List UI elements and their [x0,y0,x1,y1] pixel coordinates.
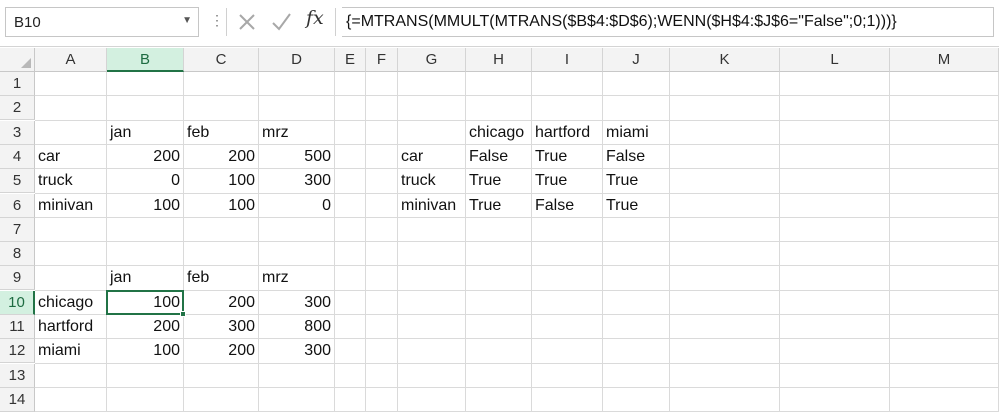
row-header-13[interactable]: 13 [0,363,35,388]
enter-check-icon[interactable] [270,9,292,35]
cell-d9[interactable]: mrz [259,266,335,290]
chevron-down-icon[interactable]: ▼ [182,15,192,26]
column-header-l[interactable]: L [780,48,890,72]
spreadsheet-grid[interactable]: A B C D E F G H I J K L M 1 2 3 4 5 6 7 8 9 10 11 12 13 14 jan feb mr… [0,48,999,412]
row-header-11[interactable]: 11 [0,315,35,339]
column-header-a[interactable]: A [35,48,107,72]
row-header-5[interactable]: 5 [0,169,35,194]
cell-a11[interactable]: hartford [35,315,107,339]
cell-a6[interactable]: minivan [35,194,107,218]
cell-g4[interactable]: car [398,145,466,169]
row-header-2[interactable]: 2 [0,96,35,121]
column-header-g[interactable]: G [398,48,466,72]
cell-h3[interactable]: chicago [466,121,532,145]
gridline [35,95,999,97]
gridline [35,386,999,388]
cancel-icon[interactable] [236,9,258,35]
formula-input[interactable]: {=MTRANS(MMULT(MTRANS($B$4:$D$6);WENN($H… [342,7,994,37]
cell-b4[interactable]: 200 [107,145,184,169]
cell-b9[interactable]: jan [107,266,184,290]
cell-j4[interactable]: False [603,145,670,169]
cell-d12[interactable]: 300 [259,339,335,363]
cell-d6[interactable]: 0 [259,194,335,218]
name-box[interactable]: B10 ▼ [5,7,199,37]
row-header-14[interactable]: 14 [0,387,35,412]
column-header-b[interactable]: B [107,48,184,72]
column-header-e[interactable]: E [335,48,366,72]
column-header-i[interactable]: I [532,48,603,72]
cell-b5[interactable]: 0 [107,169,184,193]
row-header-3[interactable]: 3 [0,120,35,145]
row-header-6[interactable]: 6 [0,193,35,218]
row-header-9[interactable]: 9 [0,266,35,291]
cell-d10[interactable]: 300 [259,291,335,315]
cell-d3[interactable]: mrz [259,121,335,145]
cell-i5[interactable]: True [532,169,603,193]
select-all-button[interactable] [0,48,35,72]
cell-b3[interactable]: jan [107,121,184,145]
cell-g6[interactable]: minivan [398,194,466,218]
cell-c5[interactable]: 100 [184,169,259,193]
cell-h5[interactable]: True [466,169,532,193]
row-header-7[interactable]: 7 [0,217,35,242]
row-header-8[interactable]: 8 [0,242,35,267]
formula-text: {=MTRANS(MMULT(MTRANS($B$4:$D$6);WENN($H… [346,13,897,30]
row-header-12[interactable]: 12 [0,339,35,364]
cell-j5[interactable]: True [603,169,670,193]
cell-a4[interactable]: car [35,145,107,169]
cell-c4[interactable]: 200 [184,145,259,169]
column-header-k[interactable]: K [670,48,780,72]
cell-h6[interactable]: True [466,194,532,218]
row-header-1[interactable]: 1 [0,72,35,96]
cell-c6[interactable]: 100 [184,194,259,218]
cell-b6[interactable]: 100 [107,194,184,218]
cell-a5[interactable]: truck [35,169,107,193]
cell-j3[interactable]: miami [603,121,670,145]
cell-i6[interactable]: False [532,194,603,218]
cell-c3[interactable]: feb [184,121,259,145]
cell-j6[interactable]: True [603,194,670,218]
divider [335,8,336,36]
cell-d4[interactable]: 500 [259,145,335,169]
cell-b11[interactable]: 200 [107,315,184,339]
cell-c12[interactable]: 200 [184,339,259,363]
fill-handle[interactable] [180,311,186,317]
cell-h4[interactable]: False [466,145,532,169]
cell-b12[interactable]: 100 [107,339,184,363]
cell-c11[interactable]: 300 [184,315,259,339]
column-header-h[interactable]: H [466,48,532,72]
gridline [35,241,999,243]
column-header-m[interactable]: M [890,48,999,72]
column-header-c[interactable]: C [184,48,259,72]
active-cell-outline [106,289,184,315]
column-header-f[interactable]: F [366,48,398,72]
row-header-10[interactable]: 10 [0,290,35,315]
cell-g5[interactable]: truck [398,169,466,193]
row-header-4[interactable]: 4 [0,144,35,169]
more-options-icon[interactable]: ⋮ [210,12,224,29]
cell-c9[interactable]: feb [184,266,259,290]
cell-i3[interactable]: hartford [532,121,603,145]
column-header-j[interactable]: J [603,48,670,72]
formula-bar-area: B10 ▼ ⋮ fx {=MTRANS(MMULT(MTRANS($B$4:$D… [0,0,999,47]
divider [226,8,227,36]
name-box-value: B10 [14,14,41,31]
insert-function-button[interactable]: fx [306,7,324,29]
select-all-icon [21,58,31,68]
cell-a12[interactable]: miami [35,339,107,363]
cell-d5[interactable]: 300 [259,169,335,193]
column-header-d[interactable]: D [259,48,335,72]
cell-c10[interactable]: 200 [184,291,259,315]
cell-a10[interactable]: chicago [35,291,107,315]
cell-d11[interactable]: 800 [259,315,335,339]
cell-i4[interactable]: True [532,145,603,169]
